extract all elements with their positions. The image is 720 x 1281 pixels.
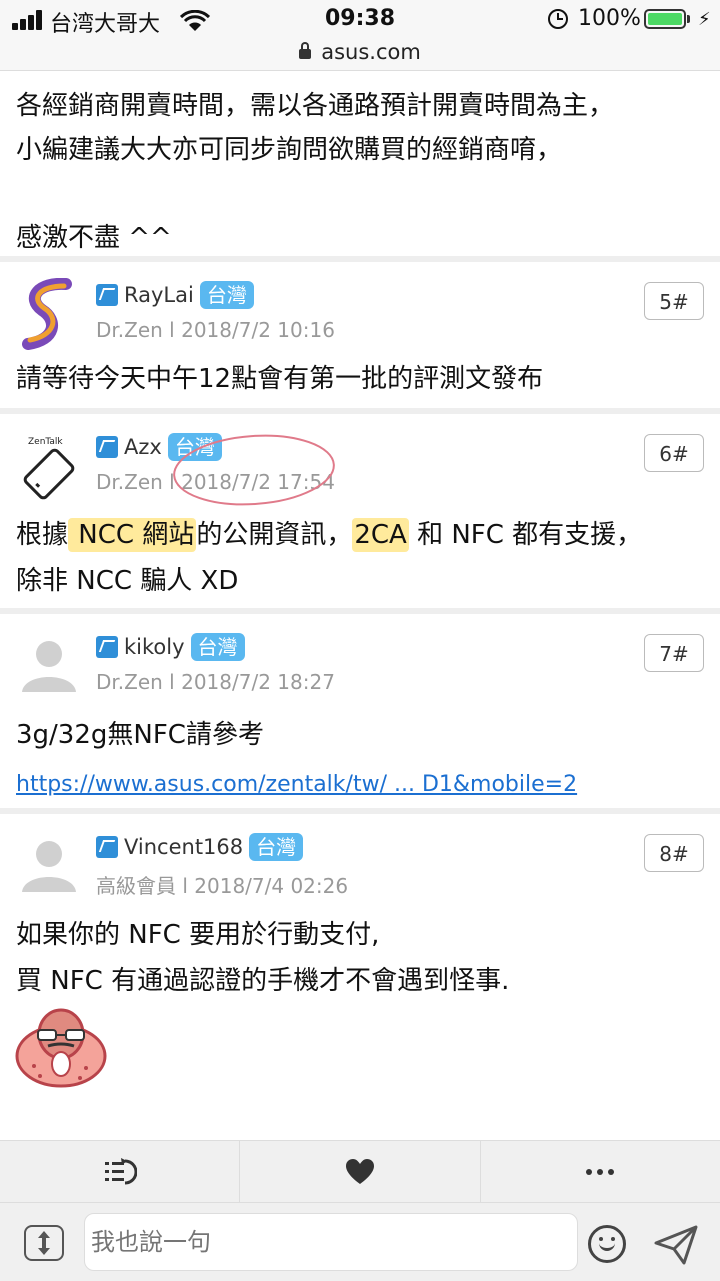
region-badge: 台灣 <box>249 833 304 861</box>
floor-number-button[interactable]: 5# <box>644 282 704 320</box>
post-meta: Dr.Zen l 2018/7/2 18:27 <box>96 670 335 694</box>
author-row: Vincent168 台灣 <box>96 832 304 862</box>
post-line: 除非 NCC 騙人 XD <box>16 566 239 596</box>
swirl-logo-avatar[interactable] <box>18 278 80 350</box>
post-line: 小編建議大大亦可同步詢問欲購買的經銷商唷， <box>16 135 563 165</box>
author-row: RayLai 台灣 <box>96 280 254 310</box>
more-button[interactable] <box>481 1141 720 1203</box>
battery-percent: 100% <box>578 6 641 31</box>
red-scribble-circle <box>173 434 335 506</box>
comment-input[interactable] <box>84 1213 578 1271</box>
post-line: 買 NFC 有通過認證的手機才不會遇到怪事. <box>16 966 510 996</box>
author-name[interactable]: RayLai <box>124 283 194 307</box>
author-name[interactable]: Vincent168 <box>124 835 243 859</box>
charging-icon: ⚡ <box>698 9 711 30</box>
post-line: 根據 NCC 網站的公開資訊，2CA 和 NFC 都有支援， <box>16 518 643 552</box>
lock-icon <box>299 42 312 59</box>
post-line: 3g/32g無NFC請參考 <box>16 720 264 750</box>
post-body: 根據 NCC 網站的公開資訊，2CA 和 NFC 都有支援， 除非 NCC 騙人… <box>16 512 642 604</box>
reply-list-icon <box>104 1158 137 1185</box>
post-line <box>16 172 704 216</box>
zentalk-badge-icon <box>96 436 118 458</box>
battery-icon <box>644 9 686 29</box>
post-line: 感激不盡 ^^ <box>16 223 172 253</box>
floor-number-button[interactable]: 7# <box>644 634 704 672</box>
post-body: 請等待今天中午12點會有第一批的評測文發布 <box>16 356 543 402</box>
svg-text:ZenTalk: ZenTalk <box>28 437 63 447</box>
alarm-icon <box>548 9 568 29</box>
region-badge: 台灣 <box>190 633 245 661</box>
author-name[interactable]: kikoly <box>124 635 185 659</box>
comment-input-bar <box>0 1202 720 1281</box>
status-bar: 台湾大哥大 09:38 100% ⚡ <box>0 0 720 40</box>
heart-icon <box>345 1159 374 1184</box>
zentalk-badge-icon <box>96 836 118 858</box>
post-meta: 高級會員 l 2018/7/4 02:26 <box>96 874 349 898</box>
floor-number-button[interactable]: 8# <box>644 834 704 872</box>
like-button[interactable] <box>240 1141 481 1203</box>
floor-number-button[interactable]: 6# <box>644 434 704 472</box>
url-domain: asus.com <box>321 40 421 64</box>
default-user-avatar[interactable] <box>18 630 80 702</box>
previous-post-body: 各經銷商開賣時間，需以各通路預計開賣時間為主， 小編建議大大亦可同步詢問欲購買的… <box>0 70 720 256</box>
post-8: Vincent168 台灣 高級會員 l 2018/7/4 02:26 8# 如… <box>0 814 720 1114</box>
reply-list-button[interactable] <box>0 1141 241 1203</box>
zentalk-badge-icon <box>96 636 118 658</box>
up-down-arrow-icon <box>38 1231 50 1255</box>
post-line: 各經銷商開賣時間，需以各通路預計開賣時間為主， <box>16 91 615 121</box>
post-6: ZenTalk Azx 台灣 Dr.Zen l 2018/7/2 17:54 6… <box>0 414 720 608</box>
zentalk-phone-avatar[interactable]: ZenTalk <box>18 430 80 502</box>
send-icon[interactable] <box>654 1225 698 1265</box>
thread-content: 各經銷商開賣時間，需以各通路預計開賣時間為主， 小編建議大大亦可同步詢問欲購買的… <box>0 70 720 1114</box>
highlight-mark: NCC 網站 <box>68 518 197 552</box>
post-5: RayLai 台灣 Dr.Zen l 2018/7/2 10:16 5# 請等待… <box>0 262 720 408</box>
post-7: kikoly 台灣 Dr.Zen l 2018/7/2 18:27 7# 3g/… <box>0 614 720 808</box>
more-icon <box>586 1169 615 1175</box>
post-meta: Dr.Zen l 2018/7/2 10:16 <box>96 318 335 342</box>
emoji-button[interactable] <box>588 1225 626 1263</box>
monkey-sticker <box>15 1008 107 1088</box>
post-line: 如果你的 NFC 要用於行動支付, <box>16 920 380 950</box>
region-badge: 台灣 <box>199 281 254 309</box>
post-body: 如果你的 NFC 要用於行動支付, 買 NFC 有通過認證的手機才不會遇到怪事. <box>16 912 509 1004</box>
author-name[interactable]: Azx <box>124 435 162 459</box>
post-line: 請等待今天中午12點會有第一批的評測文發布 <box>16 364 544 394</box>
reference-link[interactable]: https://www.asus.com/zentalk/tw/ ... D1&… <box>16 772 577 797</box>
toggle-button[interactable] <box>24 1225 64 1261</box>
action-bar <box>0 1140 720 1203</box>
default-user-avatar[interactable] <box>18 830 80 902</box>
highlight-mark: 2CA <box>352 518 409 552</box>
author-row: kikoly 台灣 <box>96 632 245 662</box>
zentalk-badge-icon <box>96 284 118 306</box>
url-bar[interactable]: asus.com <box>0 40 720 71</box>
post-body: 3g/32g無NFC請參考 https://www.asus.com/zenta… <box>16 712 577 808</box>
